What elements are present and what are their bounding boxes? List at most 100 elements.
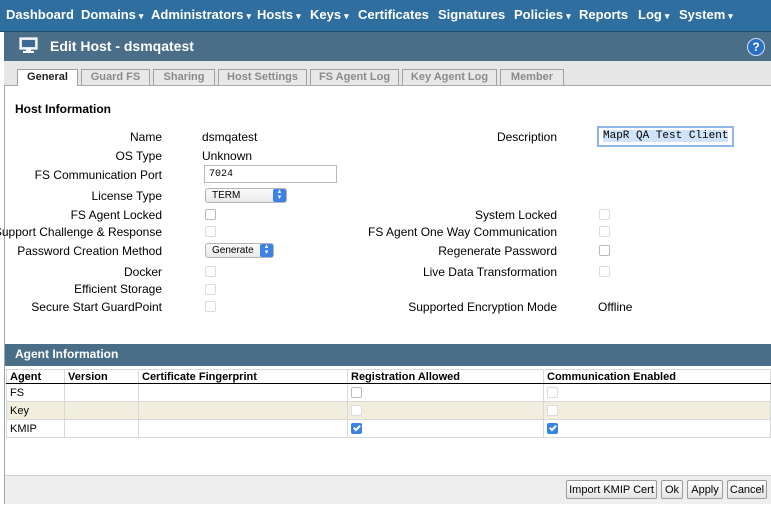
os-type-value: Unknown (202, 149, 253, 163)
registration-allowed-checkbox[interactable] (351, 423, 362, 434)
version-cell (64, 383, 139, 402)
nav-label: Signatures (438, 7, 506, 22)
nav-label: Administrators (151, 7, 244, 22)
tab-member[interactable]: Member (500, 69, 564, 85)
column-header-agent: Agent (6, 369, 65, 384)
chevron-down-icon: ▾ (566, 11, 571, 21)
tab-general[interactable]: General (17, 69, 78, 86)
fs-port-label: FS Communication Port (34, 168, 162, 182)
select-arrows-icon: ▴ ▾ (260, 243, 273, 257)
registration-cell (347, 383, 544, 402)
communication-enabled-checkbox[interactable] (547, 423, 558, 434)
password-method-select[interactable]: Generate ▴ ▾ (205, 243, 274, 258)
import-kmip-cert-button[interactable]: Import KMIP Cert (566, 480, 657, 499)
tab-fs-agent-log[interactable]: FS Agent Log (310, 69, 399, 85)
table-row: KMIP (6, 419, 771, 438)
tab-host-settings[interactable]: Host Settings (218, 69, 307, 85)
table-row: Key (6, 401, 771, 420)
chevron-down-icon: ▾ (138, 11, 144, 21)
nav-policies[interactable]: Policies ▾ (514, 0, 571, 31)
agent-cell: KMIP (6, 419, 65, 438)
nav-system[interactable]: System ▾ (679, 0, 733, 31)
nav-label: Domains (81, 7, 136, 22)
docker-label: Docker (123, 265, 162, 279)
license-type-label: License Type (91, 189, 163, 203)
docker-checkbox[interactable] (205, 266, 216, 277)
top-nav: Dashboard Domains ▾ Administrators ▾ Hosts… (0, 0, 771, 32)
name-value: dsmqatest (202, 130, 258, 144)
fs-agent-locked-checkbox[interactable] (205, 209, 216, 220)
communication-enabled-checkbox[interactable] (547, 387, 558, 398)
regenerate-password-checkbox[interactable] (599, 245, 610, 256)
fingerprint-cell (138, 419, 348, 438)
license-type-value: TERM (212, 190, 241, 201)
support-cr-checkbox[interactable] (205, 226, 216, 237)
fs-port-input[interactable]: 7024 (204, 165, 337, 183)
registration-allowed-checkbox[interactable] (351, 405, 362, 416)
regenerate-password-label: Regenerate Password (438, 244, 557, 258)
nav-keys[interactable]: Keys ▾ (310, 0, 349, 31)
agent-info-title: Agent Information (5, 344, 771, 366)
registration-cell (347, 401, 544, 420)
help-icon[interactable]: ? (747, 38, 765, 56)
secure-start-label: Secure Start GuardPoint (31, 300, 162, 314)
efficient-storage-checkbox[interactable] (205, 284, 216, 295)
tab-sharing[interactable]: Sharing (153, 69, 215, 85)
nav-log[interactable]: Log ▾ (638, 0, 669, 31)
registration-allowed-checkbox[interactable] (351, 387, 362, 398)
nav-label: Policies (514, 7, 564, 22)
chevron-down-icon: ▾ (344, 11, 349, 21)
chevron-down-icon: ▾ (296, 11, 301, 21)
fs-one-way-checkbox[interactable] (599, 226, 610, 237)
page-header: Edit Host - dsmqatest ? (4, 32, 771, 61)
host-info-title: Host Information (15, 102, 111, 116)
nav-label: System (679, 7, 726, 22)
os-type-label: OS Type (115, 149, 162, 163)
secure-start-checkbox[interactable] (205, 301, 216, 312)
description-label: Description (496, 130, 557, 144)
chevron-down-icon: ▾ (664, 11, 670, 21)
column-header-registration: Registration Allowed (347, 369, 544, 384)
version-cell (64, 419, 139, 438)
communication-enabled-checkbox[interactable] (547, 405, 558, 416)
encryption-mode-value: Offline (598, 300, 633, 314)
license-type-select[interactable]: TERM ▴ ▾ (205, 188, 287, 203)
password-method-value: Generate (212, 245, 254, 256)
system-locked-label: System Locked (474, 208, 557, 222)
system-locked-checkbox[interactable] (599, 209, 610, 220)
live-data-checkbox[interactable] (599, 266, 610, 277)
encryption-mode-label: Supported Encryption Mode (408, 300, 557, 314)
description-input[interactable]: MapR QA Test Client (597, 126, 734, 147)
password-method-label: Password Creation Method (17, 244, 162, 258)
nav-certificates[interactable]: Certificates (358, 0, 429, 31)
nav-dashboard[interactable]: Dashboard (6, 0, 74, 31)
column-header-fingerprint: Certificate Fingerprint (138, 369, 348, 384)
page-title: Edit Host - dsmqatest (50, 38, 194, 54)
tab-guard-fs[interactable]: Guard FS (81, 69, 150, 85)
communication-cell (543, 401, 771, 420)
nav-administrators[interactable]: Administrators ▾ (151, 0, 251, 31)
nav-signatures[interactable]: Signatures (438, 0, 505, 31)
nav-label: Keys (310, 7, 342, 22)
fingerprint-cell (138, 383, 348, 402)
nav-domains[interactable]: Domains ▾ (81, 0, 143, 31)
ok-button[interactable]: Ok (661, 480, 683, 499)
nav-label: Certificates (358, 7, 429, 22)
nav-label: Hosts (257, 7, 294, 22)
communication-cell (543, 383, 771, 402)
nav-label: Log (638, 7, 662, 22)
chevron-down-icon: ▾ (246, 11, 251, 21)
column-header-version: Version (64, 369, 139, 384)
select-arrows-icon: ▴ ▾ (273, 188, 286, 202)
nav-hosts[interactable]: Hosts ▾ (257, 0, 301, 31)
apply-button[interactable]: Apply (687, 480, 723, 499)
nav-reports[interactable]: Reports (579, 0, 628, 31)
name-label: Name (129, 130, 162, 144)
registration-cell (347, 419, 544, 438)
nav-label: Reports (579, 7, 629, 22)
cancel-button[interactable]: Cancel (727, 480, 767, 499)
efficient-storage-label: Efficient Storage (74, 282, 162, 296)
tab-key-agent-log[interactable]: Key Agent Log (402, 69, 497, 85)
monitor-icon (19, 37, 38, 53)
nav-label: Dashboard (6, 7, 74, 22)
